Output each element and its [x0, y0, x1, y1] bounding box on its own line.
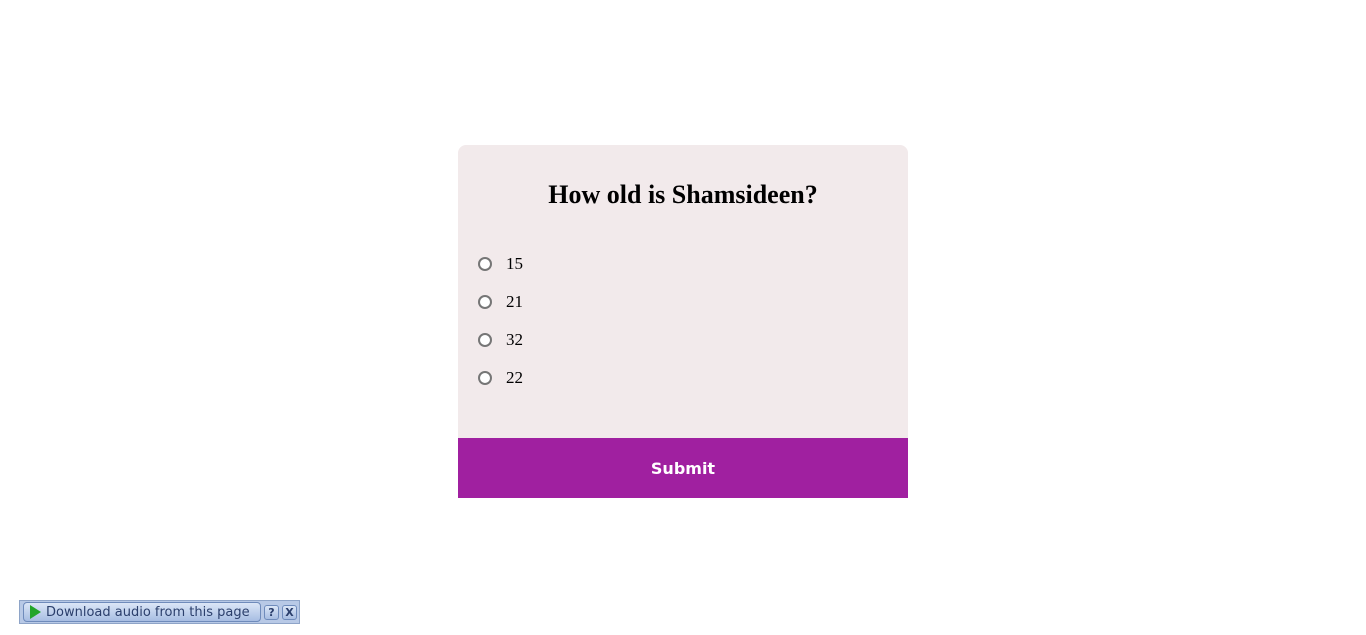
help-button[interactable]: ?	[264, 604, 279, 620]
answer-label: 15	[506, 254, 523, 273]
radio-button[interactable]	[478, 295, 492, 309]
answer-label: 32	[506, 330, 523, 349]
answer-options: 15 21 32 22	[478, 245, 523, 397]
help-icon: ?	[268, 605, 275, 619]
answer-option[interactable]: 15	[478, 245, 523, 283]
question-title: How old is Shamsideen?	[548, 180, 818, 209]
answer-option[interactable]: 32	[478, 321, 523, 359]
close-icon: X	[285, 605, 294, 619]
radio-button[interactable]	[478, 333, 492, 347]
play-icon	[30, 605, 41, 619]
answer-label: 21	[506, 292, 523, 311]
radio-button[interactable]	[478, 371, 492, 385]
answer-option[interactable]: 22	[478, 359, 523, 397]
radio-button[interactable]	[478, 257, 492, 271]
answer-option[interactable]: 21	[478, 283, 523, 321]
answer-label: 22	[506, 368, 523, 387]
submit-button[interactable]: Submit	[458, 438, 908, 498]
download-audio-button[interactable]: Download audio from this page	[23, 602, 261, 622]
audio-download-toolbar: Download audio from this page ? X	[19, 600, 300, 624]
quiz-card: How old is Shamsideen? 15 21 32 22 Submi…	[458, 145, 908, 498]
close-button[interactable]: X	[282, 604, 297, 620]
download-audio-label: Download audio from this page	[46, 604, 250, 620]
